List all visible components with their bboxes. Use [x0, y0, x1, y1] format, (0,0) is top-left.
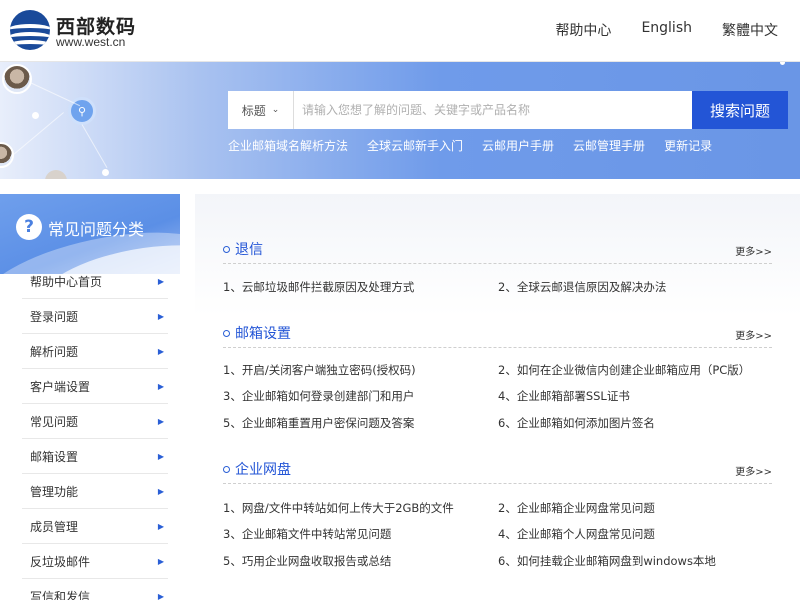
faq-link[interactable]: 6、如何挂载企业邮箱网盘到windows本地 — [498, 553, 716, 569]
sidebar-item-anti-spam[interactable]: 反垃圾邮件 ▶ — [22, 544, 168, 579]
sidebar-header: ? 常见问题分类 — [0, 194, 180, 274]
search-button[interactable]: 搜索问题 — [692, 91, 788, 129]
avatar-decoration-icon — [2, 64, 32, 94]
faq-link[interactable]: 4、企业邮箱个人网盘常见问题 — [498, 526, 655, 542]
faq-link[interactable]: 3、企业邮箱如何登录创建部门和用户 — [223, 388, 414, 404]
search-type-value: 标题 — [241, 103, 266, 118]
quick-link-changelog[interactable]: 更新记录 — [664, 137, 712, 154]
top-nav: 帮助中心 English 繁體中文 — [555, 20, 778, 40]
chevron-right-icon: ▶ — [157, 591, 164, 600]
section-mailbox-settings: 邮箱设置 更多>> 1、开启/关闭客户端独立密码(授权码) 2、如何在企业微信内… — [223, 322, 772, 430]
faq-link[interactable]: 1、云邮垃圾邮件拦截原因及处理方式 — [223, 279, 414, 295]
sidebar-item-label: 解析问题 — [30, 344, 79, 359]
top-header: 西部数码 www.west.cn 帮助中心 English 繁體中文 — [0, 0, 800, 62]
logo-mark-icon — [10, 10, 50, 50]
sidebar-item-member-management[interactable]: 成员管理 ▶ — [22, 509, 168, 544]
decoration-line — [9, 112, 64, 158]
section-header: 企业网盘 更多>> — [223, 458, 772, 484]
section-header: 退信 更多>> — [223, 238, 772, 264]
faq-link[interactable]: 1、开启/关闭客户端独立密码(授权码) — [223, 362, 416, 378]
chevron-right-icon: ▶ — [157, 311, 164, 321]
faq-link[interactable]: 2、全球云邮退信原因及解决办法 — [498, 279, 666, 295]
faq-link[interactable]: 6、企业邮箱如何添加图片签名 — [498, 415, 655, 431]
sidebar-item-client-settings[interactable]: 客户端设置 ▶ — [22, 369, 168, 404]
search-type-select[interactable]: 标题 ⌄ — [228, 91, 294, 129]
faq-link[interactable]: 5、巧用企业网盘收取报告或总结 — [223, 553, 391, 569]
logo-url: www.west.cn — [56, 35, 126, 49]
decoration-dot — [45, 170, 67, 179]
sidebar-item-label: 邮箱设置 — [30, 449, 79, 464]
decoration-line — [29, 82, 81, 107]
decoration-dot — [32, 112, 39, 119]
nav-traditional-chinese[interactable]: 繁體中文 — [722, 20, 778, 40]
quick-link-getting-started[interactable]: 全球云邮新手入门 — [367, 137, 463, 154]
quick-link-admin-manual[interactable]: 云邮管理手册 — [573, 137, 645, 154]
chevron-right-icon: ▶ — [157, 521, 164, 531]
sidebar-item-label: 常见问题 — [30, 414, 79, 429]
sidebar-item-label: 成员管理 — [30, 519, 79, 534]
sidebar-title: 常见问题分类 — [48, 220, 145, 239]
sidebar-item-label: 登录问题 — [30, 309, 79, 324]
section-bullet-icon — [223, 466, 230, 473]
more-link[interactable]: 更多>> — [735, 327, 772, 342]
sidebar-item-label: 写信和发信 — [30, 589, 91, 600]
section-title: 企业网盘 — [235, 462, 291, 478]
quick-link-user-manual[interactable]: 云邮用户手册 — [482, 137, 554, 154]
section-enterprise-drive: 企业网盘 更多>> 1、网盘/文件中转站如何上传大于2GB的文件 2、企业邮箱企… — [223, 458, 772, 568]
sidebar-item-mailbox-settings[interactable]: 邮箱设置 ▶ — [22, 439, 168, 474]
faq-link[interactable]: 2、企业邮箱企业网盘常见问题 — [498, 500, 655, 516]
sidebar-item-label: 管理功能 — [30, 484, 79, 499]
sidebar-item-compose-send[interactable]: 写信和发信 ▶ — [22, 579, 168, 600]
sidebar-item-dns[interactable]: 解析问题 ▶ — [22, 334, 168, 369]
nav-help-center[interactable]: 帮助中心 — [555, 20, 611, 40]
faq-link[interactable]: 2、如何在企业微信内创建企业邮箱应用（PC版） — [498, 362, 750, 378]
quick-link-dns[interactable]: 企业邮箱域名解析方法 — [228, 137, 348, 154]
sidebar-item-label: 帮助中心首页 — [30, 274, 103, 289]
more-link[interactable]: 更多>> — [735, 463, 772, 478]
section-bullet-icon — [223, 246, 230, 253]
section-title: 退信 — [235, 242, 263, 258]
chevron-right-icon: ▶ — [157, 381, 164, 391]
logo[interactable]: 西部数码 www.west.cn — [10, 10, 160, 52]
quick-links: 企业邮箱域名解析方法 全球云邮新手入门 云邮用户手册 云邮管理手册 更新记录 — [228, 137, 712, 154]
decoration-dot — [780, 62, 785, 65]
section-title: 邮箱设置 — [235, 326, 291, 342]
nav-english[interactable]: English — [641, 20, 692, 40]
sidebar-item-label: 反垃圾邮件 — [30, 554, 91, 569]
decoration-line — [81, 124, 108, 169]
chevron-right-icon: ▶ — [157, 451, 164, 461]
chevron-down-icon: ⌄ — [271, 105, 280, 115]
sidebar-list: 帮助中心首页 ▶ 登录问题 ▶ 解析问题 ▶ 客户端设置 ▶ 常见问题 ▶ 邮箱设置 ▶ 管… — [22, 264, 168, 600]
faq-link[interactable]: 5、企业邮箱重置用户密保问题及答案 — [223, 415, 414, 431]
search-banner: ⚲ 标题 ⌄ 搜索问题 企业邮箱域名解析方法 全球云邮新手入门 云邮用户手册 云… — [0, 62, 800, 179]
faq-link[interactable]: 3、企业邮箱文件中转站常见问题 — [223, 526, 391, 542]
chevron-right-icon: ▶ — [157, 346, 164, 356]
search-bar: 标题 ⌄ 搜索问题 — [228, 91, 788, 129]
question-icon: ? — [16, 214, 42, 240]
sidebar-item-label: 客户端设置 — [30, 379, 91, 394]
faq-main-content: 退信 更多>> 1、云邮垃圾邮件拦截原因及处理方式 2、全球云邮退信原因及解决办… — [195, 194, 800, 600]
more-link[interactable]: 更多>> — [735, 243, 772, 258]
chevron-right-icon: ▶ — [157, 276, 164, 286]
faq-link[interactable]: 1、网盘/文件中转站如何上传大于2GB的文件 — [223, 500, 454, 516]
search-input[interactable] — [294, 91, 692, 129]
decoration-dot — [102, 169, 109, 176]
sidebar-item-help-home[interactable]: 帮助中心首页 ▶ — [22, 264, 168, 299]
section-header: 邮箱设置 更多>> — [223, 322, 772, 348]
section-bullet-icon — [223, 330, 230, 337]
sidebar-item-faq[interactable]: 常见问题 ▶ — [22, 404, 168, 439]
chevron-right-icon: ▶ — [157, 556, 164, 566]
chevron-right-icon: ▶ — [157, 486, 164, 496]
faq-category-sidebar: ? 常见问题分类 帮助中心首页 ▶ 登录问题 ▶ 解析问题 ▶ 客户端设置 ▶ 常见问题… — [0, 194, 180, 600]
sidebar-item-admin-features[interactable]: 管理功能 ▶ — [22, 474, 168, 509]
sidebar-item-login[interactable]: 登录问题 ▶ — [22, 299, 168, 334]
section-bounce: 退信 更多>> 1、云邮垃圾邮件拦截原因及处理方式 2、全球云邮退信原因及解决办… — [223, 238, 772, 294]
chevron-right-icon: ▶ — [157, 416, 164, 426]
faq-link[interactable]: 4、企业邮箱部署SSL证书 — [498, 388, 630, 404]
